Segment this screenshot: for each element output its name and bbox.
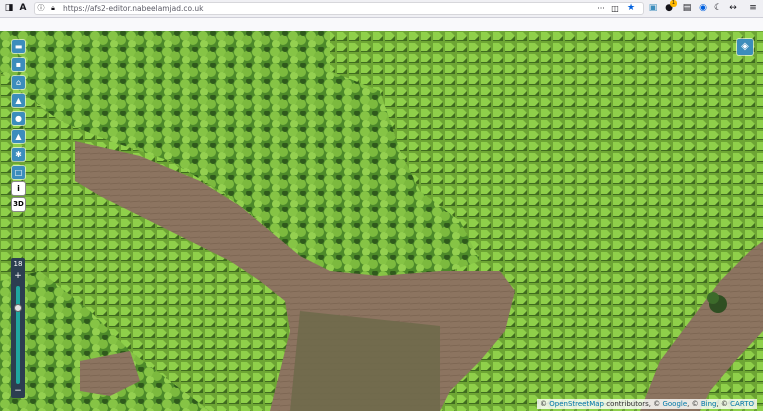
3d-button[interactable]: 3D xyxy=(12,198,25,211)
save-icon: ▪ xyxy=(15,60,22,69)
url-bar[interactable]: ⓘ 🔒︎ https://afs2-editor.nabeelamjad.co.… xyxy=(34,2,644,15)
map-attribution: © OpenStreetMap contributors, © Google, … xyxy=(537,399,757,409)
tree-button[interactable]: ▲ xyxy=(12,94,25,107)
firefox-account-icon[interactable]: ◨ xyxy=(4,2,14,15)
bing-link[interactable]: Bing xyxy=(701,400,717,408)
settings-button[interactable]: ✱ xyxy=(12,148,25,161)
attribution-prefix: © xyxy=(540,400,550,408)
google-link[interactable]: Google xyxy=(662,400,687,408)
overflow-icon[interactable]: ↔ xyxy=(728,2,738,15)
zoom-control: 18 + − xyxy=(11,258,25,398)
library-icon[interactable]: ▤ xyxy=(682,2,692,15)
moon-icon[interactable]: ☾ xyxy=(713,2,723,15)
bookmark-star-icon[interactable]: ★ xyxy=(626,3,636,16)
map-canvas[interactable]: ▬ ▪ ⌂ ▲ ● ▲ ✱ □ i 3D ◈ 18 + − © OpenStre… xyxy=(0,31,763,411)
counter-badge: 1 xyxy=(670,0,677,7)
zoom-in-button[interactable]: + xyxy=(11,271,25,281)
layers-icon: ◈ xyxy=(741,41,749,52)
satellite-imagery xyxy=(0,31,763,411)
carto-link[interactable]: CARTO xyxy=(730,400,754,408)
browser-toolbar: ◨ A ⓘ 🔒︎ https://afs2-editor.nabeelamjad… xyxy=(0,0,763,18)
menu-icon[interactable]: ≡ xyxy=(748,2,758,15)
gear-icon: ✱ xyxy=(15,150,22,159)
extension-icon[interactable]: ▣ xyxy=(648,2,658,15)
attribution-sep: , © xyxy=(716,400,731,408)
info-button[interactable]: i xyxy=(12,182,25,195)
home-button[interactable]: ⌂ xyxy=(12,76,25,89)
zoom-slider-handle[interactable] xyxy=(14,304,22,312)
tree-icon: ▲ xyxy=(15,96,22,105)
folder-icon: ▬ xyxy=(14,42,23,51)
url-text[interactable]: https://afs2-editor.nabeelamjad.co.uk xyxy=(63,3,203,14)
lock-icon[interactable]: 🔒︎ xyxy=(49,3,57,16)
text-icon[interactable]: A xyxy=(18,2,28,15)
tree-alt-button[interactable]: ▲ xyxy=(12,130,25,143)
square-icon: □ xyxy=(14,168,23,177)
marker-button[interactable]: ● xyxy=(12,112,25,125)
osm-link[interactable]: OpenStreetMap xyxy=(549,400,604,408)
zoom-out-button[interactable]: − xyxy=(11,386,25,396)
tree-icon: ▲ xyxy=(15,132,22,141)
save-button[interactable]: ▪ xyxy=(12,58,25,71)
more-icon[interactable]: ··· xyxy=(595,3,607,16)
zoom-slider[interactable] xyxy=(16,286,20,384)
open-folder-button[interactable]: ▬ xyxy=(12,40,25,53)
pocket-icon[interactable]: ◫ xyxy=(610,3,620,16)
info-icon[interactable]: ⓘ xyxy=(37,3,45,16)
rectangle-button[interactable]: □ xyxy=(12,166,25,179)
attribution-contrib: contributors, © xyxy=(604,400,663,408)
marker-icon: ● xyxy=(15,114,22,123)
attribution-sep: , © xyxy=(687,400,701,408)
home-icon: ⌂ xyxy=(15,78,22,87)
sync-icon[interactable]: ◉ xyxy=(698,2,708,15)
layers-button[interactable]: ◈ xyxy=(737,39,753,55)
zoom-level: 18 xyxy=(13,260,23,268)
